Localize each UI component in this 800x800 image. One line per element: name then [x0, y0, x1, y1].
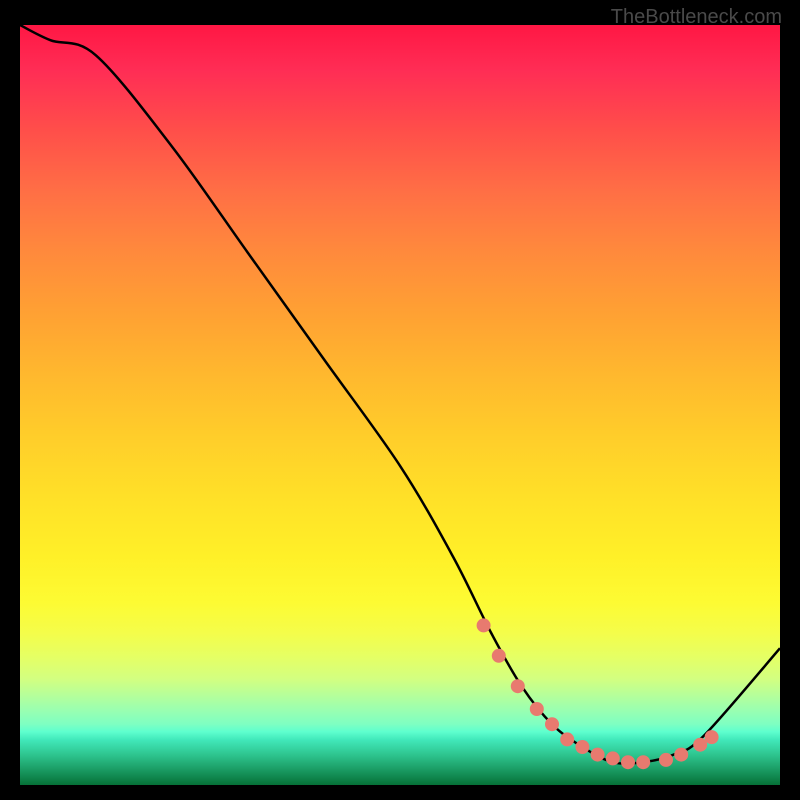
curve-line	[20, 25, 780, 764]
marker-dot	[705, 730, 719, 744]
chart-overlay-svg	[20, 25, 780, 785]
marker-dot	[575, 740, 589, 754]
marker-dot	[477, 618, 491, 632]
marker-dot	[492, 649, 506, 663]
marker-dot	[659, 753, 673, 767]
marker-dot	[545, 717, 559, 731]
marker-dot	[511, 679, 525, 693]
marker-dot	[693, 738, 707, 752]
marker-dot	[621, 755, 635, 769]
watermark-text: TheBottleneck.com	[611, 6, 782, 29]
marker-dot	[591, 748, 605, 762]
marker-dot	[636, 755, 650, 769]
chart-plot-area	[20, 25, 780, 785]
marker-dot	[606, 751, 620, 765]
marker-dot	[560, 732, 574, 746]
marker-dot	[674, 748, 688, 762]
marker-dot	[530, 702, 544, 716]
marker-dots	[477, 618, 719, 769]
